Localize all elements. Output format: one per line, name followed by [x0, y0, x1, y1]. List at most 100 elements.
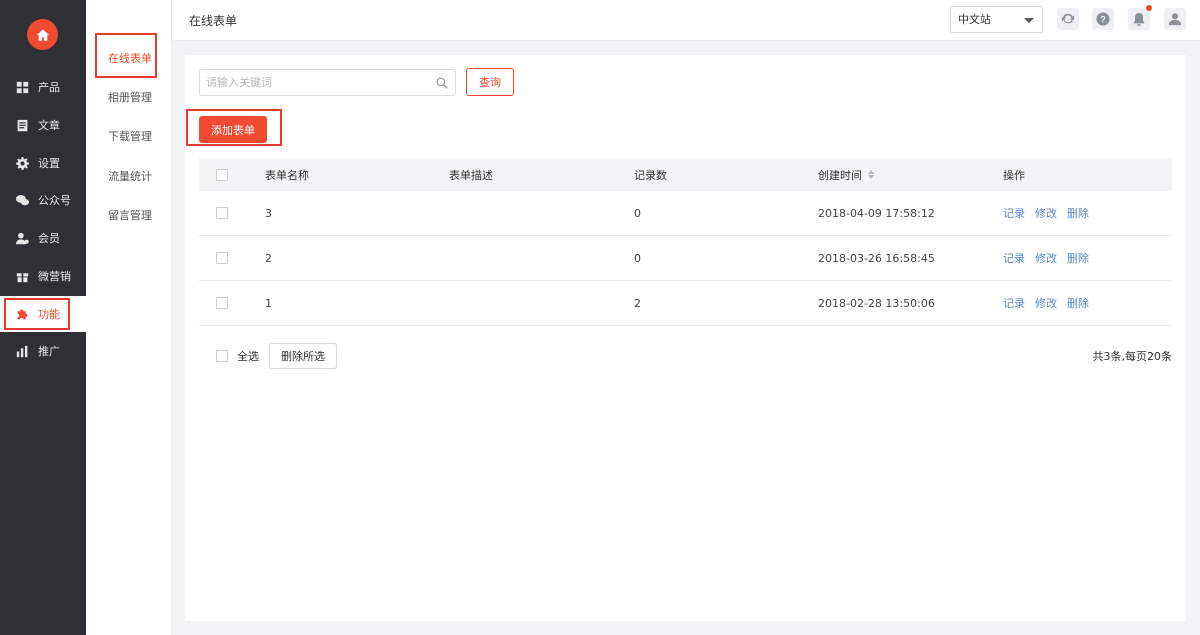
cell-created: 2018-03-26 16:58:45 — [818, 251, 935, 265]
top-bar: 在线表单 中文站 ? — [172, 0, 1200, 41]
cell-created: 2018-04-09 17:58:12 — [818, 206, 935, 220]
search-input[interactable] — [206, 70, 426, 95]
column-header-name: 表单名称 — [265, 168, 309, 182]
subnav-item-traffic-stats[interactable]: 流量统计 — [86, 167, 172, 187]
cell-actions: 记录 修改 删除 — [1003, 281, 1099, 325]
sidebar-item-promotion[interactable]: 推广 — [0, 333, 86, 369]
user-icon — [1168, 13, 1182, 26]
user-button[interactable] — [1164, 8, 1186, 30]
sidebar-item-label: 会员 — [38, 232, 60, 245]
home-icon — [36, 28, 49, 41]
help-button[interactable]: ? — [1092, 8, 1114, 30]
select-all-cell — [216, 343, 228, 369]
cell-created: 2018-02-28 13:50:06 — [818, 296, 935, 310]
select-all-label: 全选 — [237, 350, 259, 363]
column-header-created-label: 创建时间 — [818, 168, 862, 182]
table-row: 2 0 2018-03-26 16:58:45 记录 修改 删除 — [199, 236, 1172, 281]
sidebar-item-functions[interactable]: 功能 — [0, 296, 86, 332]
sidebar-item-wechat[interactable]: 公众号 — [0, 182, 86, 218]
cell-records: 0 — [634, 251, 641, 265]
row-checkbox[interactable] — [216, 207, 228, 219]
grid-icon — [16, 81, 29, 93]
bar-chart-icon — [16, 345, 28, 357]
table-row: 3 0 2018-04-09 17:58:12 记录 修改 删除 — [199, 191, 1172, 236]
forms-table: 表单名称 表单描述 记录数 创建时间 操作 3 0 2018-04-09 17:… — [199, 158, 1172, 326]
gear-icon — [16, 156, 29, 170]
refresh-icon — [1061, 13, 1075, 24]
help-icon: ? — [1096, 12, 1110, 26]
edit-link[interactable]: 修改 — [1035, 205, 1057, 221]
subnav-item-albums[interactable]: 相册管理 — [86, 88, 172, 108]
sidebar-item-products[interactable]: 产品 — [0, 69, 86, 105]
language-select-value: 中文站 — [958, 13, 991, 26]
delete-link[interactable]: 删除 — [1067, 250, 1089, 266]
sidebar-item-label: 产品 — [38, 81, 60, 94]
document-icon — [17, 119, 28, 131]
row-checkbox-cell — [216, 191, 228, 235]
header-checkbox-cell — [216, 158, 228, 191]
cell-records: 2 — [634, 296, 641, 310]
sub-sidebar: 在线表单 相册管理 下载管理 流量统计 留言管理 — [86, 0, 172, 635]
svg-text:?: ? — [1100, 15, 1105, 25]
delete-link[interactable]: 删除 — [1067, 295, 1089, 311]
sidebar-item-members[interactable]: 会员 — [0, 220, 86, 256]
query-button[interactable]: 查询 — [466, 68, 514, 96]
column-header-actions: 操作 — [1003, 168, 1025, 182]
cell-name: 1 — [265, 296, 272, 310]
records-link[interactable]: 记录 — [1003, 295, 1025, 311]
edit-link[interactable]: 修改 — [1035, 250, 1057, 266]
select-all-checkbox[interactable] — [216, 350, 228, 362]
gift-icon — [16, 272, 29, 282]
sidebar-item-label: 微营销 — [38, 270, 71, 283]
row-checkbox-cell — [216, 236, 228, 280]
cell-records: 0 — [634, 206, 641, 220]
records-link[interactable]: 记录 — [1003, 205, 1025, 221]
cell-name: 3 — [265, 206, 272, 220]
table-row: 1 2 2018-02-28 13:50:06 记录 修改 删除 — [199, 281, 1172, 326]
sort-icon[interactable] — [868, 170, 874, 179]
sidebar-item-label: 设置 — [38, 157, 60, 170]
row-checkbox[interactable] — [216, 297, 228, 309]
column-header-records: 记录数 — [634, 168, 667, 182]
cell-actions: 记录 修改 删除 — [1003, 191, 1099, 235]
pagination-summary: 共3条,每页20条 — [1092, 350, 1173, 363]
sidebar-item-settings[interactable]: 设置 — [0, 145, 86, 181]
bell-icon — [1133, 12, 1145, 26]
language-select[interactable]: 中文站 — [950, 6, 1043, 33]
highlight-box — [4, 298, 70, 330]
row-checkbox[interactable] — [216, 252, 228, 264]
table-footer: 全选 删除所选 共3条,每页20条 — [199, 343, 1172, 369]
column-header-description: 表单描述 — [449, 168, 493, 182]
main-sidebar: 产品 文章 设置 公众号 会员 微营销 功能 推广 — [0, 0, 86, 635]
refresh-button[interactable] — [1057, 8, 1079, 30]
notifications-button[interactable] — [1128, 5, 1152, 30]
subnav-item-messages[interactable]: 留言管理 — [86, 206, 172, 226]
chevron-down-icon — [1024, 18, 1034, 23]
cell-actions: 记录 修改 删除 — [1003, 236, 1099, 280]
delete-selected-button[interactable]: 删除所选 — [269, 343, 337, 369]
wechat-icon — [16, 194, 29, 205]
cell-name: 2 — [265, 251, 272, 265]
add-form-button[interactable]: 添加表单 — [199, 116, 267, 143]
member-icon — [16, 232, 29, 244]
edit-link[interactable]: 修改 — [1035, 295, 1057, 311]
sidebar-item-articles[interactable]: 文章 — [0, 107, 86, 143]
page-title: 在线表单 — [189, 14, 238, 28]
table-header: 表单名称 表单描述 记录数 创建时间 操作 — [199, 158, 1172, 191]
search-icon[interactable] — [436, 77, 448, 89]
main-panel: 查询 添加表单 表单名称 表单描述 记录数 创建时间 操作 3 0 2018-0… — [185, 55, 1186, 621]
sidebar-item-label: 公众号 — [38, 194, 71, 207]
delete-link[interactable]: 删除 — [1067, 205, 1089, 221]
sidebar-item-micro-marketing[interactable]: 微营销 — [0, 258, 86, 294]
subnav-item-downloads[interactable]: 下载管理 — [86, 127, 172, 147]
subnav-item-online-forms[interactable]: 在线表单 — [86, 49, 172, 69]
sidebar-item-label: 推广 — [38, 345, 60, 358]
notification-dot — [1146, 5, 1152, 11]
records-link[interactable]: 记录 — [1003, 250, 1025, 266]
row-checkbox-cell — [216, 281, 228, 325]
home-logo-button[interactable] — [27, 19, 58, 50]
sidebar-item-label: 文章 — [38, 119, 60, 132]
column-header-created[interactable]: 创建时间 — [818, 158, 874, 191]
select-all-header-checkbox[interactable] — [216, 168, 228, 181]
search-box[interactable] — [199, 69, 456, 96]
